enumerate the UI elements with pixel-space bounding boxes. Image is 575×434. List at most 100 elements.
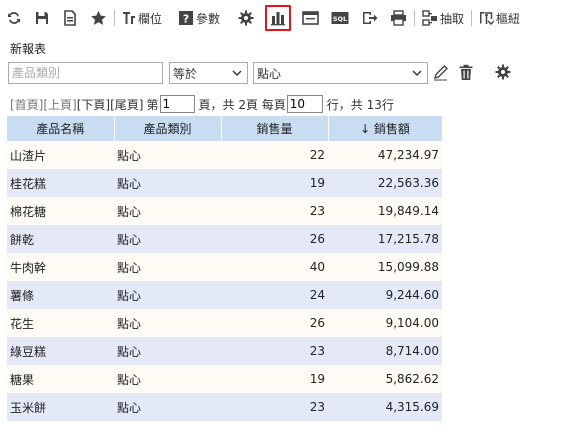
cell-sales: 9,104.00	[328, 309, 442, 337]
cell-category: 點心	[114, 337, 221, 365]
report-title: 新報表	[10, 42, 47, 56]
cell-quantity: 24	[221, 281, 328, 309]
pagination: [首頁] [上頁] [下頁] [尾頁] 第 頁，共 2頁 每頁 行，共 13行	[10, 94, 394, 114]
table-row: 綠豆糕 點心 23 8,714.00	[7, 337, 442, 365]
cell-product-name: 山渣片	[7, 141, 114, 169]
extract-icon	[422, 10, 438, 26]
cell-sales: 5,862.62	[328, 365, 442, 393]
cell-category: 點心	[114, 309, 221, 337]
cell-product-name: 花生	[7, 309, 114, 337]
cell-quantity: 26	[221, 309, 328, 337]
cell-sales: 47,234.97	[328, 141, 442, 169]
filter-row: 等於 點心	[8, 62, 568, 84]
cell-quantity: 22	[221, 141, 328, 169]
cell-product-name: 糖果	[7, 365, 114, 393]
table-row: 餅乾 點心 26 17,215.78	[7, 225, 442, 253]
cell-category: 點心	[114, 141, 221, 169]
cell-sales: 17,215.78	[328, 225, 442, 253]
toolbar-divider	[471, 10, 473, 26]
extract-button[interactable]: 抽取	[419, 5, 467, 31]
params-button[interactable]: ? 參數	[175, 5, 223, 31]
bar-chart-icon	[270, 10, 286, 26]
operator-value: 等於	[173, 66, 198, 81]
column-header-category[interactable]: 產品類別	[114, 116, 222, 141]
prev-page-link[interactable]: [上頁]	[43, 96, 76, 113]
cell-sales: 15,099.88	[328, 253, 442, 281]
page-number-input[interactable]	[159, 95, 195, 113]
sql-text: SQL	[333, 15, 347, 23]
layout-window-icon[interactable]	[299, 5, 322, 31]
table-row: 糖果 點心 19 5,862.62	[7, 365, 442, 393]
chart-button[interactable]	[265, 5, 292, 31]
edit-pencil-icon[interactable]	[432, 64, 449, 84]
last-page-link[interactable]: [尾頁]	[110, 96, 143, 113]
extract-label: 抽取	[440, 11, 465, 26]
cell-quantity: 19	[221, 365, 328, 393]
value-select[interactable]: 點心	[253, 62, 428, 84]
next-page-link[interactable]: [下頁]	[77, 96, 110, 113]
filter-value: 點心	[257, 66, 282, 81]
print-icon[interactable]	[387, 5, 410, 31]
table-row: 棉花糖 點心 23 19,849.14	[7, 197, 442, 225]
cell-quantity: 19	[221, 169, 328, 197]
refresh-icon[interactable]	[3, 5, 25, 31]
total-rows-info: 行，共 13行	[326, 97, 394, 112]
table-row: 薯條 點心 24 9,244.60	[7, 281, 442, 309]
table-header-row: 產品名稱 產品類別 銷售量 ↓ 銷售額	[7, 116, 443, 141]
table-row: 花生 點心 26 9,104.00	[7, 309, 442, 337]
report-table: 產品名稱 產品類別 銷售量 ↓ 銷售額 山渣片 點心 22 47,234.97 …	[7, 116, 443, 421]
cell-product-name: 薯條	[7, 281, 114, 309]
cell-category: 點心	[114, 393, 221, 421]
cell-sales: 4,315.69	[328, 393, 442, 421]
gear-icon[interactable]	[495, 64, 511, 83]
cell-sales: 22,563.36	[328, 169, 442, 197]
toolbar-divider	[114, 10, 115, 26]
pivot-button[interactable]: 樞紐	[476, 5, 523, 31]
sql-icon[interactable]: SQL	[328, 5, 352, 31]
cell-quantity: 40	[221, 253, 328, 281]
column-header-product-name[interactable]: 產品名稱	[7, 116, 115, 141]
pivot-icon	[479, 11, 495, 26]
column-header-quantity[interactable]: 銷售量	[221, 116, 329, 141]
toolbar-divider	[414, 10, 416, 26]
table-row: 山渣片 點心 22 47,234.97	[7, 141, 442, 169]
settings-gear-icon[interactable]	[235, 5, 257, 31]
first-page-link[interactable]: [首頁]	[10, 96, 43, 113]
cell-product-name: 玉米餅	[7, 393, 114, 421]
operator-select[interactable]: 等於	[169, 62, 248, 84]
cell-product-name: 棉花糖	[7, 197, 114, 225]
save-as-icon[interactable]	[59, 5, 81, 31]
question-icon: ?	[178, 10, 194, 26]
cell-quantity: 23	[221, 393, 328, 421]
page-prefix: 第	[146, 97, 159, 112]
cell-sales: 9,244.60	[328, 281, 442, 309]
export-icon[interactable]	[358, 5, 381, 31]
cell-category: 點心	[114, 169, 221, 197]
chevron-down-icon	[411, 67, 423, 82]
cell-product-name: 牛肉幹	[7, 253, 114, 281]
fields-label: 欄位	[138, 11, 163, 26]
cell-product-name: 餅乾	[7, 225, 114, 253]
fields-button[interactable]: 欄位	[119, 5, 165, 31]
cell-quantity: 23	[221, 197, 328, 225]
toolbar: 欄位 ? 參數 SQL 抽取 樞紐	[0, 0, 575, 36]
field-input[interactable]	[8, 62, 163, 84]
cell-category: 點心	[114, 365, 221, 393]
trash-icon[interactable]	[458, 64, 474, 84]
column-header-sales-sorted[interactable]: ↓ 銷售額	[328, 116, 443, 141]
table-row: 玉米餅 點心 23 4,315.69	[7, 393, 442, 421]
cell-product-name: 桂花糕	[7, 169, 114, 197]
pivot-label: 樞紐	[496, 11, 521, 26]
save-icon[interactable]	[31, 5, 53, 31]
cell-quantity: 26	[221, 225, 328, 253]
per-page-input[interactable]	[286, 95, 323, 113]
favorite-star-icon[interactable]	[87, 5, 110, 31]
chevron-down-icon	[231, 67, 243, 82]
table-row: 桂花糕 點心 19 22,563.36	[7, 169, 442, 197]
params-label: 參數	[196, 11, 221, 26]
table-row: 牛肉幹 點心 40 15,099.88	[7, 253, 442, 281]
page-info: 頁，共 2頁 每頁	[198, 97, 286, 112]
cell-category: 點心	[114, 197, 221, 225]
cell-sales: 8,714.00	[328, 337, 442, 365]
cell-sales: 19,849.14	[328, 197, 442, 225]
